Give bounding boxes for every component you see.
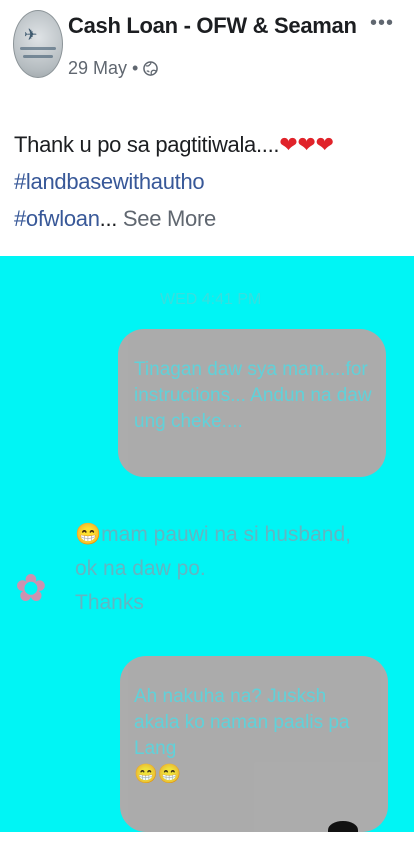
hearts-emoji: ❤❤❤ [279, 132, 334, 157]
page-name-link[interactable]: Cash Loan - OFW & Seaman [68, 13, 357, 39]
post-header: ✈ Cash Loan - OFW & Seaman 29 May • ••• [0, 0, 414, 110]
plane-logo-icon: ✈ [24, 27, 38, 44]
globe-icon [143, 61, 159, 76]
bottom-bar [0, 832, 414, 843]
more-options-icon[interactable]: ••• [370, 12, 394, 35]
caption-line: #ofwloan... See More [14, 200, 404, 237]
received-message: 😁mam pauwi na si husband, ok na daw po. … [75, 518, 351, 620]
hashtag-link[interactable]: #landbasewithautho [14, 169, 205, 194]
sticker-icon: ✿ [15, 568, 47, 610]
post-image[interactable]: WED 4:41 PM Tinagan daw sya mam....for i… [0, 256, 414, 832]
received-line: Thanks [75, 591, 144, 614]
page-avatar[interactable]: ✈ [13, 10, 63, 78]
post-meta: 29 May • [68, 58, 159, 79]
sent-message-bubble: Ah nakuha na? Jusksh akala ko naman paal… [120, 656, 388, 832]
post-date[interactable]: 29 May [68, 58, 127, 79]
post-caption: Thank u po sa pagtitiwala....❤❤❤ #landba… [14, 126, 404, 237]
chat-timestamp: WED 4:41 PM [160, 291, 262, 308]
sent-message-bubble: Tinagan daw sya mam....for instructions.… [118, 329, 386, 477]
bubble-text: Ah nakuha na? Jusksh akala ko naman paal… [134, 686, 350, 759]
logo-line [20, 47, 56, 50]
meta-separator: • [132, 58, 139, 78]
avatar-fragment [328, 821, 358, 832]
received-line: 😁mam pauwi na si husband, [75, 518, 351, 552]
see-more-link[interactable]: See More [123, 206, 216, 231]
logo-line [23, 55, 53, 58]
caption-ellipsis: ... [99, 206, 118, 231]
received-line: ok na daw po. [75, 557, 206, 580]
received-text: mam pauwi na si husband, [101, 523, 351, 546]
grin-emoji: 😁😁 [134, 764, 182, 785]
caption-line: Thank u po sa pagtitiwala....❤❤❤ [14, 126, 404, 163]
caption-line: #landbasewithautho [14, 163, 404, 200]
grin-emoji: 😁 [75, 523, 102, 546]
caption-text: Thank u po sa pagtitiwala.... [14, 132, 280, 157]
hashtag-link[interactable]: #ofwloan [14, 206, 100, 231]
